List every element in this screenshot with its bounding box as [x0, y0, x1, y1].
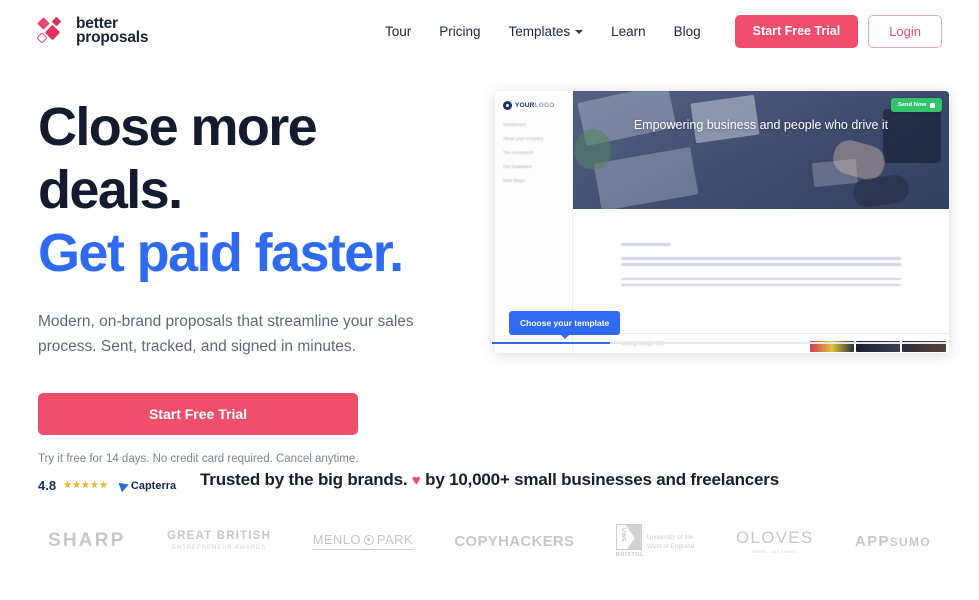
- photo-hand-shape: [851, 173, 911, 209]
- great-british-line1: GREAT BRITISH: [166, 530, 272, 543]
- capterra-logo: Capterra: [118, 479, 177, 492]
- heart-icon: ♥: [411, 472, 421, 489]
- hero-fineprint: Try it free for 14 days. No credit card …: [38, 453, 359, 465]
- brand-logo-row: SHARP GREAT BRITISH ENTREPRENEUR AWARDS …: [0, 524, 979, 558]
- nav-link-blog[interactable]: Blog: [660, 24, 715, 39]
- uwe-vertical-label: UWE: [619, 528, 626, 543]
- site-header: better proposals Tour Pricing Templates …: [0, 0, 979, 62]
- great-british-line2: ENTREPRENEUR AWARDS: [172, 544, 267, 551]
- hero-copy-column: Close more deals. Get paid faster. Moder…: [0, 88, 470, 493]
- uwe-bristol-label: BRISTOL: [615, 552, 645, 558]
- uwe-full-name: University of the West of England: [647, 534, 695, 558]
- main-navigation: Tour Pricing Templates Learn Blog Start …: [371, 14, 942, 48]
- mockup-nav-item[interactable]: Introduction: [503, 122, 564, 127]
- template-progress-fill: [492, 342, 610, 344]
- header-login-button[interactable]: Login: [868, 14, 942, 48]
- headline-line-1: Close more deals.: [38, 97, 318, 220]
- choose-template-tooltip[interactable]: Choose your template: [509, 311, 621, 339]
- nav-link-templates[interactable]: Templates: [495, 24, 598, 39]
- uwe-full-line2: West of England: [646, 543, 695, 551]
- send-now-label: Send Now: [897, 102, 926, 108]
- brand-logo-copyhackers: COPYHACKERS: [454, 532, 575, 550]
- mockup-nav-item[interactable]: Our Guarantee: [503, 164, 564, 169]
- nav-link-learn[interactable]: Learn: [597, 24, 660, 39]
- capterra-arrow-icon: [118, 479, 131, 492]
- trusted-text-before: Trusted by the big brands.: [200, 470, 408, 489]
- logo-line-2: proposals: [76, 29, 149, 46]
- brand-logo-great-british: GREAT BRITISH ENTREPRENEUR AWARDS: [167, 530, 271, 551]
- mockup-nav-item[interactable]: About your company: [503, 136, 564, 141]
- capterra-label: Capterra: [130, 479, 177, 492]
- mockup-banner-title: Empowering business and people who drive…: [633, 118, 889, 132]
- nav-label: Pricing: [439, 23, 481, 39]
- nav-link-pricing[interactable]: Pricing: [425, 24, 494, 39]
- mockup-logo-dot-icon: [503, 101, 512, 110]
- brand-logo-menlo-park: MENLO PARK: [312, 532, 413, 550]
- uwe-full-line1: University of the: [646, 534, 694, 542]
- mockup-send-now-button[interactable]: Send Now: [890, 98, 942, 112]
- mockup-nav-item[interactable]: The Investment: [503, 150, 564, 155]
- mockup-body-text: [573, 209, 949, 287]
- nav-label: Templates: [508, 23, 571, 39]
- nav-link-tour[interactable]: Tour: [371, 24, 425, 39]
- mockup-logo-text: YOURLOGO: [515, 102, 555, 109]
- logo-diamonds-icon: [36, 16, 67, 46]
- menlo-circle-icon: [363, 534, 374, 545]
- hero-product-screenshot: YOURLOGO Introduction About your company…: [492, 88, 952, 353]
- nav-label: Blog: [673, 23, 701, 39]
- headline-line-2: Get paid faster.: [38, 223, 404, 283]
- hero-start-free-trial-button[interactable]: Start Free Trial: [38, 393, 358, 435]
- page-title: Close more deals. Get paid faster.: [38, 96, 470, 285]
- mockup-hero-banner: Empowering business and people who drive…: [573, 91, 949, 209]
- mockup-document-area: Empowering business and people who drive…: [573, 91, 949, 353]
- hero-section: Close more deals. Get paid faster. Moder…: [0, 62, 979, 493]
- menlo-label: MENLO: [312, 532, 361, 547]
- uwe-mark: UWE BRISTOL: [615, 524, 645, 558]
- brand-logo-uwe-bristol: UWE BRISTOL University of the West of En…: [615, 524, 695, 558]
- chevron-down-icon: [575, 30, 584, 34]
- mockup-sidebar-nav: Introduction About your company The Inve…: [503, 122, 564, 183]
- park-label: PARK: [376, 532, 413, 547]
- appsumo-part1: APP: [855, 532, 890, 550]
- photo-plant-shape: [575, 129, 611, 169]
- rating-score: 4.8: [38, 478, 57, 493]
- send-icon: [930, 102, 935, 108]
- brand-logo-oloves: OLOVES sweet. not sweet.: [736, 528, 814, 554]
- appsumo-part2: SUMO: [889, 534, 931, 549]
- hero-subcopy: Modern, on-brand proposals that streamli…: [38, 313, 414, 355]
- rating-stars-icon: ★★★★★: [63, 480, 108, 491]
- mockup-your-logo: YOURLOGO: [503, 101, 564, 110]
- oloves-tagline: sweet. not sweet.: [751, 549, 799, 554]
- brand-logo-sharp: SHARP: [48, 530, 126, 551]
- brand-logo[interactable]: better proposals: [36, 16, 149, 46]
- uwe-square-icon: UWE: [615, 524, 642, 550]
- header-start-free-trial-button[interactable]: Start Free Trial: [734, 14, 859, 48]
- template-progress-bar: [492, 342, 947, 344]
- brand-logo-appsumo: APPSUMO: [855, 533, 931, 550]
- oloves-label: OLOVES: [735, 528, 814, 547]
- mockup-nav-item[interactable]: Next Steps: [503, 178, 564, 183]
- trusted-text-after: by 10,000+ small businesses and freelanc…: [425, 470, 779, 489]
- logo-wordmark: better proposals: [76, 16, 149, 46]
- nav-label: Learn: [611, 23, 646, 39]
- nav-label: Tour: [385, 23, 412, 39]
